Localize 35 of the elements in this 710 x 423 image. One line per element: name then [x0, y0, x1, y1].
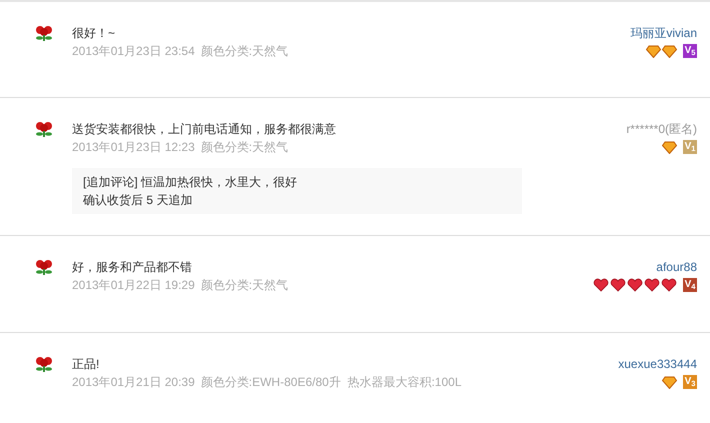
reviewer-name[interactable]: xuexue333444 — [618, 355, 697, 373]
review-date: 2013年01月21日 20:39 — [72, 374, 195, 391]
heart-icon — [593, 278, 609, 292]
vip-badge: V$_{1}$ — [683, 140, 697, 154]
review-comment: 好，服务和产品都不错 — [72, 259, 193, 276]
vip-badge: V$_{4}$ — [683, 278, 697, 292]
diamond-icon — [662, 44, 677, 58]
reviewer-name[interactable]: r******0(匿名) — [626, 120, 697, 138]
review-comment: 很好！~ — [72, 25, 116, 42]
sku-info: 颜色分类:天然气 — [200, 277, 288, 294]
review-date: 2013年01月23日 12:23 — [72, 139, 195, 156]
sku-info: 颜色分类:EWH-80E6/80升 热水器最大容积:100L — [200, 374, 462, 391]
flower-icon — [35, 356, 53, 373]
reviewer-name[interactable]: 玛丽亚vivian — [630, 24, 697, 42]
sku-info: 颜色分类:天然气 — [200, 139, 288, 156]
review-date: 2013年01月23日 23:54 — [72, 43, 195, 60]
followup-comment: [追加评论] 恒温加热很快，水里大，很好 — [83, 174, 298, 191]
sku-info: 颜色分类:天然气 — [200, 43, 288, 60]
reviewer-name[interactable]: afour88 — [656, 258, 697, 276]
diamond-icon — [662, 140, 677, 154]
followup-note: 确认收货后 5 天追加 — [83, 192, 194, 209]
review-comment: 正品! — [72, 356, 100, 373]
review-comment: 送货安装都很快，上门前电话通知，服务都很满意 — [72, 121, 337, 138]
flower-icon — [35, 25, 53, 42]
heart-icon — [644, 278, 660, 292]
flower-icon — [35, 121, 53, 138]
heart-icon — [610, 278, 626, 292]
flower-icon — [35, 259, 53, 276]
heart-icon — [661, 278, 677, 292]
heart-icon — [627, 278, 643, 292]
vip-badge: V$_{5}$ — [683, 44, 697, 58]
diamond-icon — [646, 44, 661, 58]
review-date: 2013年01月22日 19:29 — [72, 277, 195, 294]
vip-badge: V$_{3}$ — [683, 375, 697, 389]
diamond-icon — [662, 376, 677, 388]
